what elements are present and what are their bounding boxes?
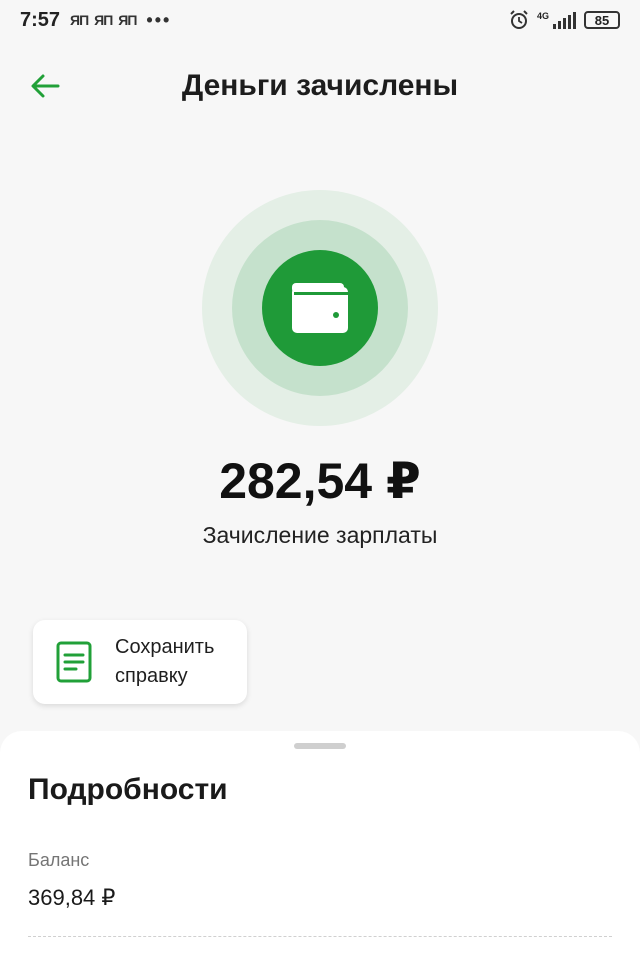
balance-label: Баланс <box>28 850 90 870</box>
signal-icon: 4G <box>537 11 576 29</box>
more-notifications-icon: ••• <box>146 9 172 30</box>
status-bar: 7:57 ЯП ЯП ЯП ••• 4G 85 <box>0 0 640 40</box>
save-receipt-label-line1: Сохранить <box>115 636 215 658</box>
transaction-description: Зачисление зарплаты <box>202 522 438 548</box>
save-receipt-label: Сохранить справку <box>115 633 235 691</box>
hero-icon <box>202 190 438 426</box>
alarm-icon <box>510 10 528 29</box>
divider <box>28 936 612 937</box>
notification-icon: ЯП <box>118 12 137 28</box>
status-right: 4G 85 <box>509 10 620 30</box>
network-type: 4G <box>536 11 549 21</box>
save-receipt-button[interactable]: Сохранить справку <box>33 620 247 704</box>
save-receipt-label-line2: справку <box>115 665 188 687</box>
header: Деньги зачислены <box>0 58 640 114</box>
status-left: 7:57 ЯП ЯП ЯП ••• <box>20 9 171 32</box>
details-sheet: Подробности Баланс 369,84 ₽ <box>0 731 640 971</box>
sheet-drag-handle[interactable] <box>294 743 346 749</box>
notification-icon: ЯП <box>94 12 113 28</box>
status-time: 7:57 <box>20 8 61 31</box>
battery-icon: 85 <box>584 11 620 29</box>
notification-icon: ЯП <box>70 12 89 28</box>
notification-icons: ЯП ЯП ЯП <box>70 12 137 28</box>
document-icon <box>56 641 92 683</box>
battery-level: 85 <box>594 12 610 28</box>
wallet-icon <box>292 283 348 333</box>
page-title: Деньги зачислены <box>181 69 459 102</box>
amount: 282,54 ₽ <box>219 453 421 509</box>
hero-circle <box>262 250 378 366</box>
details-title: Подробности <box>28 773 228 806</box>
balance-value: 369,84 ₽ <box>28 885 116 910</box>
